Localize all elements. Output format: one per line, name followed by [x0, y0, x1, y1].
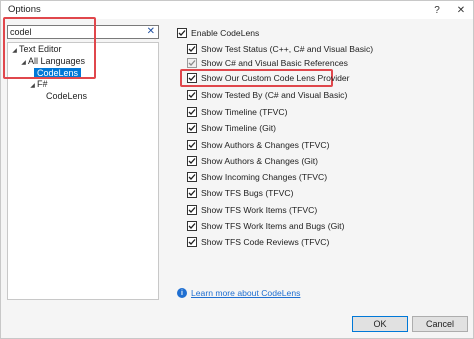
checkbox-box[interactable]: [187, 107, 197, 117]
window-title: Options: [8, 4, 41, 15]
enable-codelens-checkbox[interactable]: Enable CodeLens: [177, 27, 259, 39]
collapse-arrow-icon[interactable]: ◢: [28, 80, 37, 92]
checkbox-label: Show Authors & Changes (Git): [201, 156, 319, 166]
learn-more: i Learn more about CodeLens: [177, 287, 300, 299]
help-button[interactable]: ?: [426, 1, 448, 19]
checkbox-box[interactable]: [187, 221, 197, 231]
setting-tested-by[interactable]: Show Tested By (C# and Visual Basic): [187, 89, 347, 101]
close-button[interactable]: ✕: [450, 1, 472, 19]
checkbox-box[interactable]: [187, 205, 197, 215]
checkbox-label: Show Our Custom Code Lens Provider: [201, 73, 350, 83]
setting-timeline-git[interactable]: Show Timeline (Git): [187, 122, 276, 134]
checkbox-box[interactable]: [187, 123, 197, 133]
checkbox-box[interactable]: [187, 188, 197, 198]
checkbox-label: Show Test Status (C++, C# and Visual Bas…: [201, 44, 374, 54]
checkbox-label: Show Authors & Changes (TFVC): [201, 140, 330, 150]
learn-more-link[interactable]: Learn more about CodeLens: [191, 288, 300, 298]
checkbox-label: Show Incoming Changes (TFVC): [201, 172, 328, 182]
checkbox-box[interactable]: [187, 172, 197, 182]
options-dialog: Options ? ✕ ✕ ◢Text Editor ◢All Language…: [0, 0, 474, 339]
checkbox-label: Show Timeline (Git): [201, 123, 276, 133]
tree-item-codelens-fsharp[interactable]: CodeLens: [46, 90, 87, 102]
checkbox-label: Show TFS Work Items (TFVC): [201, 205, 318, 215]
setting-timeline-tfvc[interactable]: Show Timeline (TFVC): [187, 106, 287, 118]
checkbox-box[interactable]: [187, 73, 197, 83]
setting-tfs-bugs[interactable]: Show TFS Bugs (TFVC): [187, 187, 293, 199]
info-icon: i: [177, 288, 187, 298]
checkbox-label: Show TFS Work Items and Bugs (Git): [201, 221, 345, 231]
options-tree: ◢ Text Editor ◢ All Languages CodeLens ◢ F#…: [7, 42, 159, 300]
checkbox-box[interactable]: [177, 28, 187, 38]
setting-tfs-code-reviews[interactable]: Show TFS Code Reviews (TFVC): [187, 236, 329, 248]
checkbox-box[interactable]: [187, 237, 197, 247]
setting-authors-tfvc[interactable]: Show Authors & Changes (TFVC): [187, 139, 329, 151]
checkbox-box[interactable]: [187, 140, 197, 150]
checkbox-label: Show Timeline (TFVC): [201, 107, 288, 117]
checkbox-label: Enable CodeLens: [191, 28, 260, 38]
checkbox-label: Show TFS Code Reviews (TFVC): [201, 237, 330, 247]
ok-button[interactable]: OK: [352, 316, 408, 332]
tree-item-fsharp[interactable]: ◢ F#: [28, 78, 48, 92]
setting-test-status[interactable]: Show Test Status (C++, C# and Visual Bas…: [187, 43, 373, 55]
setting-custom-provider[interactable]: Show Our Custom Code Lens Provider: [187, 72, 350, 84]
setting-incoming-tfvc[interactable]: Show Incoming Changes (TFVC): [187, 171, 327, 183]
tree-item-label: CodeLens: [46, 91, 88, 101]
checkbox-box[interactable]: [187, 90, 197, 100]
checkbox-label: Show Tested By (C# and Visual Basic): [201, 90, 348, 100]
highlight-annotation-left: [3, 17, 96, 79]
checkbox-label: Show C# and Visual Basic References: [201, 58, 348, 68]
clear-search-icon[interactable]: ✕: [147, 26, 155, 37]
setting-tfs-work-items[interactable]: Show TFS Work Items (TFVC): [187, 204, 317, 216]
setting-authors-git[interactable]: Show Authors & Changes (Git): [187, 155, 318, 167]
cancel-button[interactable]: Cancel: [412, 316, 468, 332]
setting-tfs-work-items-bugs-git[interactable]: Show TFS Work Items and Bugs (Git): [187, 220, 344, 232]
tree-item-label: F#: [37, 79, 48, 89]
checkbox-box[interactable]: [187, 44, 197, 54]
checkbox-box[interactable]: [187, 156, 197, 166]
setting-references: Show C# and Visual Basic References: [187, 57, 348, 69]
checkbox-box: [187, 58, 197, 68]
checkbox-label: Show TFS Bugs (TFVC): [201, 188, 294, 198]
